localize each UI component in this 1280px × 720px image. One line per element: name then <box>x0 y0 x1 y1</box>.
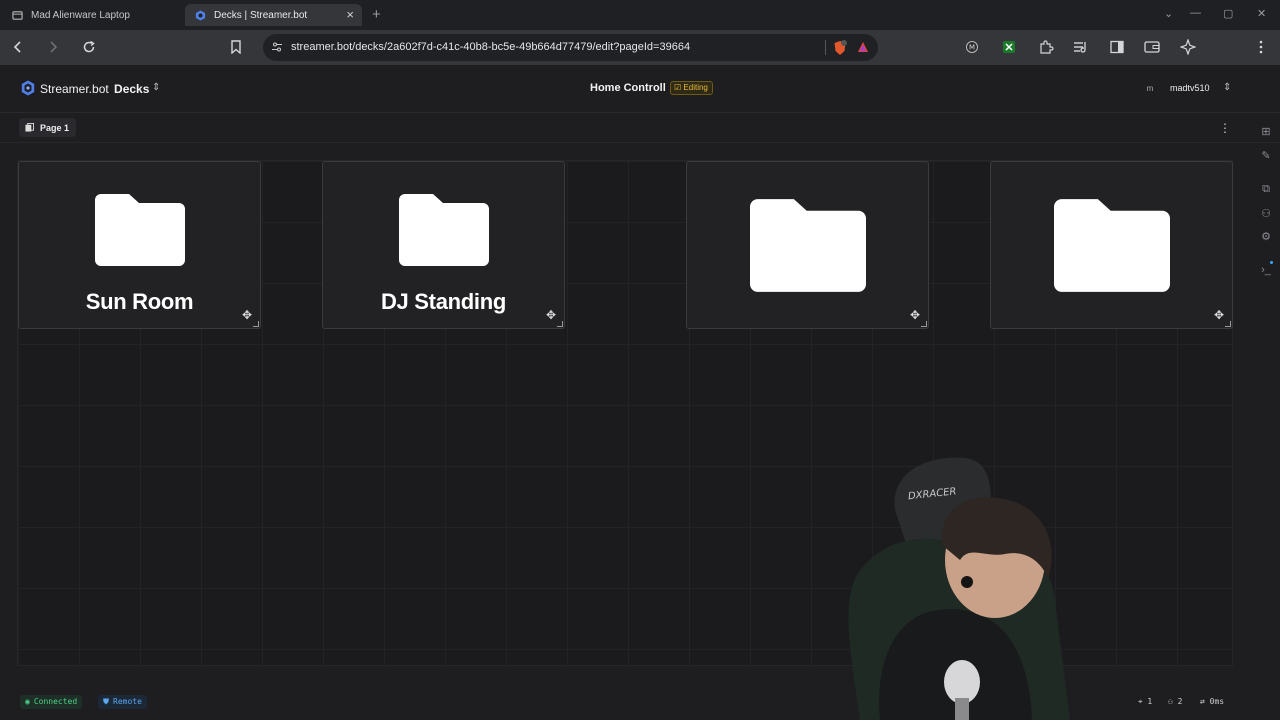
divider <box>825 40 826 55</box>
page-icon <box>12 10 23 20</box>
extensions-puzzle-icon[interactable] <box>1037 38 1055 56</box>
tab-search-icon[interactable]: ⌄ <box>1164 7 1173 20</box>
page-selector[interactable]: Page 1 <box>19 118 77 137</box>
address-bar[interactable]: streamer.bot/decks/2a602f7d-c41c-40b8-bc… <box>263 34 878 61</box>
forward-icon[interactable] <box>44 38 62 56</box>
users-icon[interactable]: ⚇ <box>1259 206 1273 220</box>
folder-icon <box>94 194 185 266</box>
stat-a: ⌖ 1 <box>1138 697 1153 706</box>
add-button-icon[interactable]: ⊞ <box>1259 124 1273 138</box>
folder-icon <box>749 199 866 292</box>
svg-text:M: M <box>969 44 975 52</box>
minimize-icon[interactable]: — <box>1190 7 1201 19</box>
close-tab-icon[interactable]: × <box>346 7 354 22</box>
streamerbot-logo-icon <box>21 80 35 96</box>
button-label: Sun Room <box>85 289 194 314</box>
deck-button-sun-room[interactable]: Sun Room ✥ <box>18 161 261 329</box>
page-bar: Page 1 ⋮ <box>0 113 1280 143</box>
deck-button-folder[interactable]: ✥ <box>990 161 1233 329</box>
folder-icon <box>1053 199 1170 292</box>
browser-tab-active[interactable]: Decks | Streamer.bot × <box>185 4 362 26</box>
leo-ai-icon[interactable] <box>1179 38 1197 56</box>
shield-icon: ⛊ <box>103 697 109 706</box>
resize-handle[interactable] <box>253 321 259 327</box>
move-handle-icon[interactable]: ✥ <box>1214 308 1224 322</box>
move-handle-icon[interactable]: ✥ <box>546 308 556 322</box>
brave-shield-icon[interactable] <box>833 40 847 56</box>
button-label: DJ Standing <box>380 289 507 314</box>
app-header: Streamer.bot Decks ⇕ Home Controll ☑ Edi… <box>0 65 1280 113</box>
terminal-icon[interactable]: ›_ <box>1259 263 1273 277</box>
page-label: Page 1 <box>40 122 70 133</box>
browser-tab-bar: Mad Alienware Laptop Decks | Streamer.bo… <box>0 0 1280 30</box>
site-settings-icon[interactable] <box>271 41 283 53</box>
user-menu-chevron-icon[interactable]: ⇕ <box>1223 82 1231 93</box>
brave-rewards-icon[interactable] <box>857 41 869 53</box>
brand-name[interactable]: Streamer.bot Decks <box>40 82 149 96</box>
wifi-icon: ◉ <box>25 697 30 706</box>
bookmark-icon[interactable] <box>227 38 245 56</box>
resize-handle[interactable] <box>557 321 563 327</box>
media-queue-icon[interactable] <box>1072 38 1090 56</box>
layout-icon[interactable]: ⧉ <box>1259 182 1273 196</box>
page-options-icon[interactable]: ⋮ <box>1219 121 1231 135</box>
browser-toolbar: streamer.bot/decks/2a602f7d-c41c-40b8-bc… <box>0 30 1280 65</box>
connected-status-badge[interactable]: ◉ Connected <box>20 695 83 709</box>
edit-icon[interactable]: ✎ <box>1259 148 1273 162</box>
user-name[interactable]: madtv510 <box>1170 83 1210 93</box>
stat-b: ⚇ 2 <box>1168 697 1183 706</box>
move-handle-icon[interactable]: ✥ <box>910 308 920 322</box>
new-tab-icon[interactable]: + <box>372 6 381 23</box>
reload-icon[interactable] <box>80 38 98 56</box>
latency-icon: ⇄ <box>1200 697 1205 706</box>
wallet-icon[interactable] <box>1143 38 1161 56</box>
browser-menu-icon[interactable] <box>1252 38 1270 56</box>
remote-status-badge[interactable]: ⛊ Remote <box>98 695 147 709</box>
webcam-overlay: DXRACER <box>848 457 1070 720</box>
deck-button-dj-standing[interactable]: DJ Standing ✥ <box>322 161 565 329</box>
back-icon[interactable] <box>9 38 27 56</box>
deck-button-folder[interactable]: ✥ <box>686 161 929 329</box>
deck-switcher-chevron-icon[interactable]: ⇕ <box>152 82 160 93</box>
folder-icon <box>398 194 489 266</box>
settings-gear-icon[interactable]: ⚙ <box>1259 229 1273 243</box>
latency-stat: ⇄ 0ms <box>1200 697 1225 706</box>
resize-handle[interactable] <box>1225 321 1231 327</box>
streamerbot-favicon-icon <box>195 9 206 21</box>
move-handle-icon[interactable]: ✥ <box>242 308 252 322</box>
url-text: streamer.bot/decks/2a602f7d-c41c-40b8-bc… <box>291 41 691 53</box>
pages-icon <box>25 123 34 132</box>
deck-title: Home Controll <box>590 82 666 94</box>
browser-tab[interactable]: Mad Alienware Laptop <box>2 4 182 26</box>
sidebar-toggle-icon[interactable] <box>1108 38 1126 56</box>
users-icon: ⚇ <box>1168 697 1173 706</box>
close-window-icon[interactable]: ✕ <box>1257 7 1266 20</box>
network-icon: ⌖ <box>1138 697 1143 706</box>
user-avatar[interactable]: m <box>1143 82 1157 96</box>
restore-icon[interactable]: ▢ <box>1223 7 1233 20</box>
tab-title: Mad Alienware Laptop <box>31 9 130 21</box>
tab-title: Decks | Streamer.bot <box>214 9 308 21</box>
extension-a-icon[interactable]: M <box>963 38 981 56</box>
extension-b-icon[interactable] <box>1000 38 1018 56</box>
resize-handle[interactable] <box>921 321 927 327</box>
notification-dot <box>1270 261 1273 264</box>
editing-badge: ☑ Editing <box>670 81 713 95</box>
